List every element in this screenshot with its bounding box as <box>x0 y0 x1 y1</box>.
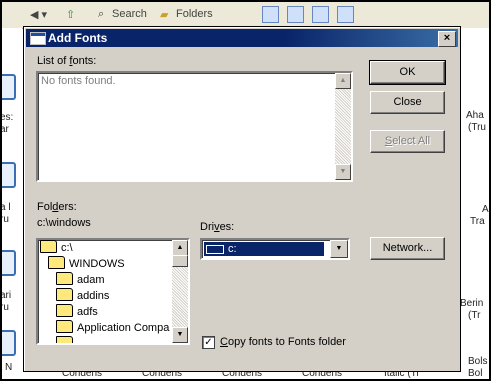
network-button[interactable]: Network... <box>370 237 445 260</box>
view-icon-1[interactable] <box>262 6 279 23</box>
fonts-scrollbar[interactable]: ▲ ▼ <box>335 73 351 180</box>
folders-listbox[interactable]: c:\ WINDOWS adam addins adfs Application… <box>36 238 190 345</box>
file-label: ru <box>0 214 9 225</box>
file-label: Tra <box>470 216 485 227</box>
file-label: i N <box>0 362 13 373</box>
current-folder-path: c:\windows <box>37 217 91 229</box>
open-folder-icon <box>40 240 57 253</box>
dialog-titlebar[interactable]: Add Fonts × <box>26 29 458 47</box>
drives-label: Drives: <box>200 221 235 233</box>
explorer-right-column: Aha (Tru A Tra Berin (Tr Bols Bol <box>458 28 491 381</box>
open-folder-icon <box>48 256 65 269</box>
file-label: (Tru <box>468 122 486 133</box>
folder-item[interactable]: ... <box>56 336 86 343</box>
folder-icon <box>56 304 73 317</box>
explorer-left-column: es: ar a l ru ari ru i N <box>0 28 22 381</box>
copy-fonts-checkbox[interactable]: ✓ <box>202 336 215 349</box>
drive-selected: c: <box>204 242 324 256</box>
folder-icon <box>56 288 73 301</box>
chevron-down-icon[interactable]: ▼ <box>330 240 348 258</box>
ok-button[interactable]: OK <box>369 60 446 85</box>
scroll-up-icon[interactable]: ▲ <box>335 73 351 89</box>
view-icon-3[interactable] <box>312 6 329 23</box>
file-label: Aha <box>466 110 484 121</box>
file-label: ru <box>0 302 9 313</box>
folder-icon <box>56 336 73 343</box>
view-icon-4[interactable] <box>337 6 354 23</box>
scroll-thumb[interactable] <box>172 255 188 267</box>
file-label: A <box>482 204 489 215</box>
folder-item[interactable]: adam <box>56 272 105 288</box>
close-button[interactable]: Close <box>370 91 445 114</box>
window-icon <box>30 32 46 45</box>
folder-item[interactable]: c:\ <box>40 240 73 256</box>
folder-item[interactable]: WINDOWS <box>48 256 125 272</box>
scroll-down-icon[interactable]: ▼ <box>335 164 351 180</box>
folders-button-label[interactable]: Folders <box>176 8 213 20</box>
list-of-fonts-label: List of fonts: <box>37 55 97 67</box>
font-file-icon <box>0 162 16 188</box>
scroll-down-icon[interactable]: ▼ <box>172 327 188 343</box>
file-label: Bols <box>468 356 488 367</box>
drives-dropdown[interactable]: c: ▼ <box>200 238 350 260</box>
folder-icon <box>56 272 73 285</box>
folders-label: Folders: <box>37 201 77 213</box>
font-file-icon <box>0 250 16 276</box>
search-button-label[interactable]: Search <box>112 8 147 20</box>
file-label: Bol <box>468 368 483 379</box>
font-file-icon <box>0 330 16 356</box>
dialog-title: Add Fonts <box>48 31 108 45</box>
drive-icon <box>206 245 224 254</box>
file-label: Berin <box>460 298 484 309</box>
folder-item[interactable]: adfs <box>56 304 98 320</box>
folders-icon[interactable]: ▰ <box>160 8 168 21</box>
fonts-empty-text: No fonts found. <box>41 75 116 87</box>
select-all-button[interactable]: Select All <box>370 130 445 153</box>
folder-item[interactable]: addins <box>56 288 109 304</box>
scroll-up-icon[interactable]: ▲ <box>172 240 188 256</box>
file-label: ar <box>0 124 9 135</box>
view-icon-2[interactable] <box>287 6 304 23</box>
font-file-icon <box>0 74 16 100</box>
explorer-toolbar: ◀ ▾ ⇧ ⌕ Search ▰ Folders <box>0 0 491 29</box>
folder-icon <box>56 320 73 333</box>
add-fonts-dialog: Add Fonts × List of fonts: No fonts foun… <box>23 26 461 372</box>
copy-fonts-label[interactable]: Copy fonts to Fonts folder <box>220 336 346 348</box>
up-folder-icon[interactable]: ⇧ <box>66 8 75 21</box>
close-window-button[interactable]: × <box>438 31 456 47</box>
back-icon[interactable]: ◀ ▾ <box>30 8 47 21</box>
file-label: ari <box>0 290 12 301</box>
file-label: es: <box>0 112 14 123</box>
fonts-listbox[interactable]: No fonts found. ▲ ▼ <box>36 71 353 182</box>
search-icon[interactable]: ⌕ <box>98 8 104 21</box>
folders-scrollbar[interactable]: ▲ ▼ <box>172 240 188 343</box>
file-label: (Tr <box>468 310 481 321</box>
file-label: a l <box>0 202 11 213</box>
folder-item[interactable]: Application Compa <box>56 320 169 336</box>
